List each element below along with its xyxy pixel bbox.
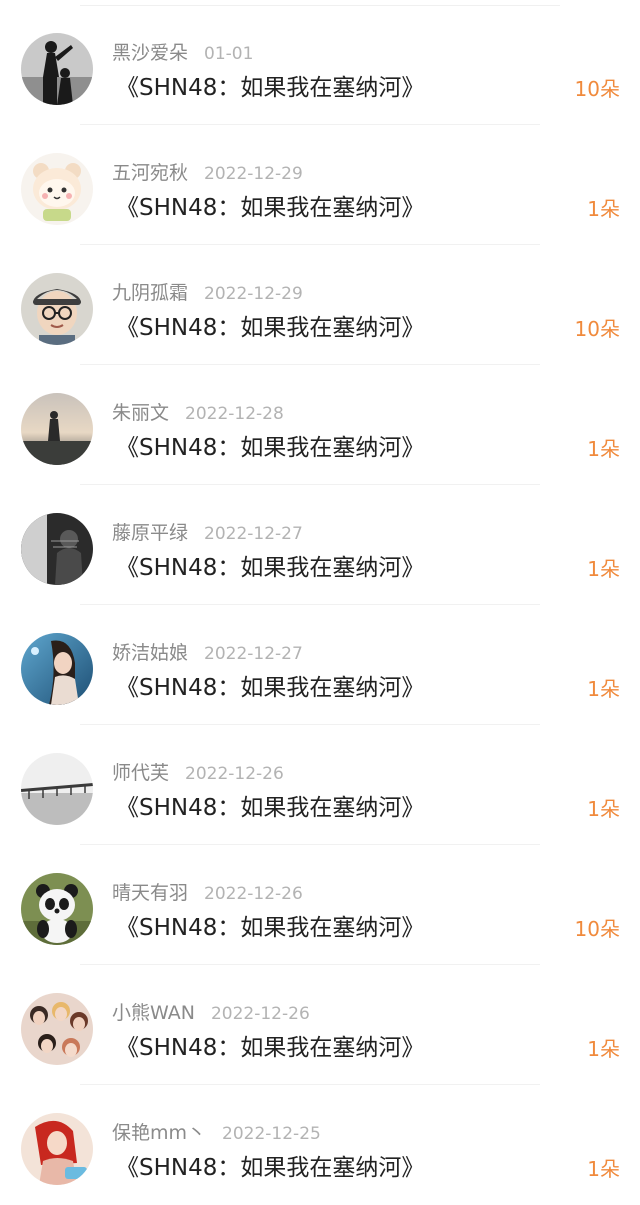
- work-title[interactable]: 《SHN48：如果我在塞纳河》: [116, 1033, 424, 1063]
- group-photo-avatar-icon[interactable]: [21, 993, 93, 1065]
- user-name[interactable]: 师代芙: [112, 762, 169, 784]
- flower-count: 10朵: [574, 77, 620, 101]
- work-title[interactable]: 《SHN48：如果我在塞纳河》: [116, 433, 424, 463]
- record-meta: 藤原平绿 2022-12-27: [112, 521, 303, 545]
- list-item[interactable]: 九阴孤霜 2022-12-29 《SHN48：如果我在塞纳河》 10朵: [0, 245, 640, 365]
- flower-count: 10朵: [574, 317, 620, 341]
- user-name[interactable]: 晴天有羽: [112, 882, 188, 904]
- record-meta: 娇洁姑娘 2022-12-27: [112, 641, 303, 665]
- list-item[interactable]: 五河宛秋 2022-12-29 《SHN48：如果我在塞纳河》 1朵: [0, 125, 640, 245]
- flower-count: 1朵: [587, 1157, 620, 1181]
- flower-count: 1朵: [587, 677, 620, 701]
- record-meta: 朱丽文 2022-12-28: [112, 401, 284, 425]
- bridge-landscape-avatar-icon[interactable]: [21, 753, 93, 825]
- gift-date: 2022-12-28: [185, 404, 284, 424]
- gift-date: 01-01: [204, 44, 254, 64]
- record-meta: 九阴孤霜 2022-12-29: [112, 281, 303, 305]
- cartoon-bear-avatar-icon[interactable]: [21, 153, 93, 225]
- boy-with-glasses-avatar-icon[interactable]: [21, 273, 93, 345]
- gift-date: 2022-12-26: [185, 764, 284, 784]
- flower-count: 10朵: [574, 917, 620, 941]
- sunset-figure-avatar-icon[interactable]: [21, 393, 93, 465]
- work-title[interactable]: 《SHN48：如果我在塞纳河》: [116, 673, 424, 703]
- flower-count: 1朵: [587, 437, 620, 461]
- woman-portrait-avatar-icon[interactable]: [21, 633, 93, 705]
- gift-date: 2022-12-29: [204, 284, 303, 304]
- list-item[interactable]: 保艳mm丶 2022-12-25 《SHN48：如果我在塞纳河》 1朵: [0, 1085, 640, 1205]
- user-name[interactable]: 五河宛秋: [112, 162, 188, 184]
- flower-count: 1朵: [587, 557, 620, 581]
- flower-count: 1朵: [587, 1037, 620, 1061]
- record-meta: 晴天有羽 2022-12-26: [112, 881, 303, 905]
- work-title[interactable]: 《SHN48：如果我在塞纳河》: [116, 553, 424, 583]
- list-item[interactable]: 娇洁姑娘 2022-12-27 《SHN48：如果我在塞纳河》 1朵: [0, 605, 640, 725]
- dark-photo-avatar-icon[interactable]: [21, 513, 93, 585]
- record-meta: 黑沙爱朵 01-01: [112, 41, 253, 65]
- record-meta: 五河宛秋 2022-12-29: [112, 161, 303, 185]
- work-title[interactable]: 《SHN48：如果我在塞纳河》: [116, 1153, 424, 1183]
- work-title[interactable]: 《SHN48：如果我在塞纳河》: [116, 313, 424, 343]
- list-item[interactable]: 师代芙 2022-12-26 《SHN48：如果我在塞纳河》 1朵: [0, 725, 640, 845]
- silhouette-avatar-icon[interactable]: [21, 33, 93, 105]
- work-title[interactable]: 《SHN48：如果我在塞纳河》: [116, 73, 424, 103]
- list-item[interactable]: 藤原平绿 2022-12-27 《SHN48：如果我在塞纳河》 1朵: [0, 485, 640, 605]
- gift-date: 2022-12-25: [222, 1124, 321, 1144]
- record-meta: 小熊WAN 2022-12-26: [112, 1001, 310, 1025]
- user-name[interactable]: 九阴孤霜: [112, 282, 188, 304]
- gift-date: 2022-12-26: [204, 884, 303, 904]
- list-item[interactable]: 朱丽文 2022-12-28 《SHN48：如果我在塞纳河》 1朵: [0, 365, 640, 485]
- record-meta: 保艳mm丶 2022-12-25: [112, 1121, 321, 1145]
- list-item[interactable]: 小熊WAN 2022-12-26 《SHN48：如果我在塞纳河》 1朵: [0, 965, 640, 1085]
- flower-count: 1朵: [587, 797, 620, 821]
- list-item[interactable]: 晴天有羽 2022-12-26 《SHN48：如果我在塞纳河》 10朵: [0, 845, 640, 965]
- record-meta: 师代芙 2022-12-26: [112, 761, 284, 785]
- flower-count: 1朵: [587, 197, 620, 221]
- user-name[interactable]: 小熊WAN: [112, 1002, 195, 1024]
- panda-avatar-icon[interactable]: [21, 873, 93, 945]
- flower-gift-list: 黑沙爱朵01-01 《SHN48：如果我在塞纳河》 10朵 五河宛秋2022: [0, 0, 640, 1201]
- user-name[interactable]: 保艳mm丶: [112, 1122, 206, 1144]
- list-item[interactable]: 黑沙爱朵 01-01 《SHN48：如果我在塞纳河》 10朵: [0, 5, 640, 125]
- user-name[interactable]: 黑沙爱朵: [112, 42, 188, 64]
- work-title[interactable]: 《SHN48：如果我在塞纳河》: [116, 913, 424, 943]
- gift-date: 2022-12-27: [204, 644, 303, 664]
- gift-date: 2022-12-26: [210, 1004, 310, 1024]
- woman-red-hair-avatar-icon[interactable]: [21, 1113, 93, 1185]
- work-title[interactable]: 《SHN48：如果我在塞纳河》: [116, 193, 424, 223]
- gift-date: 2022-12-29: [204, 164, 303, 184]
- work-title[interactable]: 《SHN48：如果我在塞纳河》: [116, 793, 424, 823]
- user-name[interactable]: 藤原平绿: [112, 522, 188, 544]
- gift-date: 2022-12-27: [204, 524, 303, 544]
- user-name[interactable]: 娇洁姑娘: [112, 642, 188, 664]
- user-name[interactable]: 朱丽文: [112, 402, 169, 424]
